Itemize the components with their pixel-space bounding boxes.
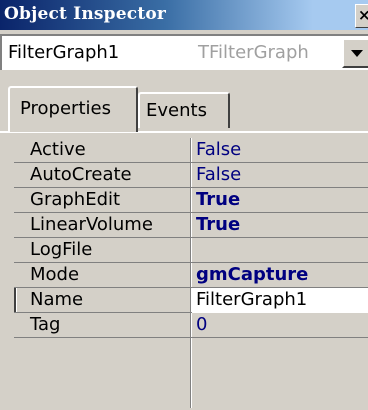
property-name: LogFile: [30, 239, 93, 260]
tab-events-label: Events: [146, 100, 207, 121]
property-value[interactable]: False: [196, 164, 241, 185]
property-row-autocreate[interactable]: AutoCreate False: [14, 163, 368, 188]
property-name: Tag: [30, 314, 61, 335]
property-row-active[interactable]: Active False: [14, 138, 368, 163]
property-name: LinearVolume: [30, 214, 153, 235]
object-selector-combo[interactable]: FilterGraph1 TFilterGraph: [0, 34, 368, 70]
property-name: Name: [30, 289, 84, 310]
property-value[interactable]: 0: [196, 314, 207, 335]
property-name: Mode: [30, 264, 80, 285]
property-row-tag[interactable]: Tag 0: [14, 313, 368, 338]
property-value[interactable]: True: [196, 214, 240, 235]
property-value[interactable]: True: [196, 189, 240, 210]
selection-marker-highlight: [16, 288, 17, 312]
tab-events[interactable]: Events: [138, 92, 230, 128]
selected-object-type: TFilterGraph: [198, 42, 309, 63]
property-value[interactable]: gmCapture: [196, 264, 308, 285]
tab-properties-label: Properties: [20, 98, 111, 119]
property-name: Active: [30, 139, 86, 160]
property-name: GraphEdit: [30, 189, 121, 210]
property-value[interactable]: False: [196, 139, 241, 160]
tab-properties[interactable]: Properties: [8, 86, 138, 132]
window-title: Object Inspector: [4, 4, 167, 24]
property-value-input[interactable]: FilterGraph1: [196, 289, 307, 310]
chevron-down-icon: [351, 50, 363, 57]
property-row-logfile[interactable]: LogFile: [14, 238, 368, 263]
object-inspector-window: Object Inspector × FilterGraph1 TFilterG…: [0, 0, 368, 410]
property-row-linearvolume[interactable]: LinearVolume True: [14, 213, 368, 238]
title-bar[interactable]: Object Inspector ×: [0, 0, 368, 30]
property-grid: Active False AutoCreate False GraphEdit …: [14, 138, 368, 408]
selected-object-name: FilterGraph1: [8, 42, 120, 63]
close-button[interactable]: ×: [355, 4, 368, 28]
property-row-name[interactable]: Name FilterGraph1: [14, 287, 368, 313]
inspector-tabs: Events Properties: [0, 76, 368, 132]
property-name: AutoCreate: [30, 164, 132, 185]
object-selector-dropdown-button[interactable]: [342, 38, 368, 68]
close-icon: ×: [358, 6, 368, 24]
property-row-graphedit[interactable]: GraphEdit True: [14, 188, 368, 213]
property-row-mode[interactable]: Mode gmCapture: [14, 263, 368, 288]
